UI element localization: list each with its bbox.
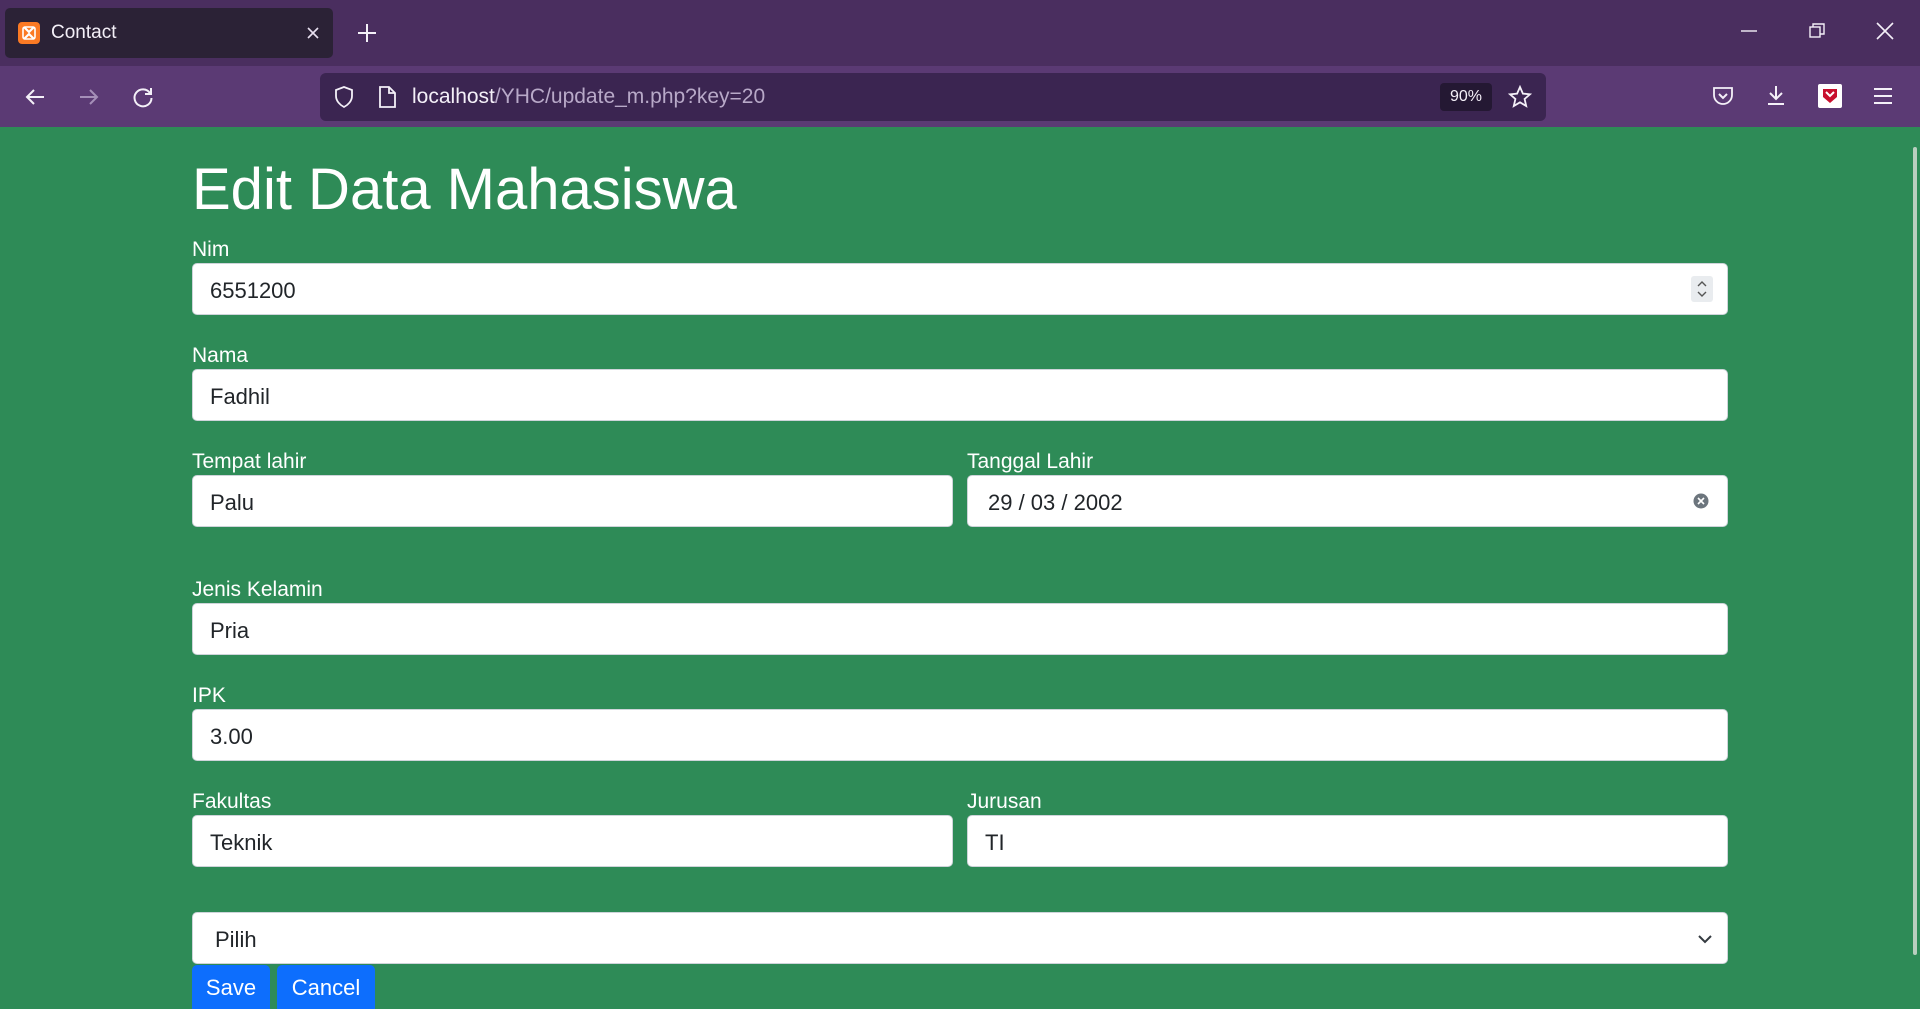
pilih-select-value: Pilih <box>215 927 257 952</box>
xampp-favicon-icon <box>18 22 40 44</box>
ipk-input[interactable]: 3.00 <box>192 709 1728 761</box>
jurusan-input[interactable]: TI <box>967 815 1728 867</box>
url-path: /YHC/update_m.php?key=20 <box>494 85 766 108</box>
tempat-lahir-input[interactable]: Palu <box>192 475 953 527</box>
address-bar[interactable]: localhost/YHC/update_m.php?key=20 90% <box>320 73 1546 121</box>
spinner-icon[interactable] <box>1691 276 1713 302</box>
tanggal-lahir-input[interactable]: 29 / 03 / 2002 <box>967 475 1728 527</box>
fakultas-value: Teknik <box>210 830 273 855</box>
extension-icon[interactable] <box>1818 84 1842 108</box>
nim-label: Nim <box>192 238 230 261</box>
pilih-select[interactable]: Pilih <box>192 912 1728 964</box>
back-icon[interactable] <box>23 85 47 109</box>
tab-title: Contact <box>51 22 117 43</box>
star-icon[interactable] <box>1508 85 1532 109</box>
browser-tab[interactable]: Contact <box>5 8 333 58</box>
url-host: localhost <box>412 85 495 108</box>
tanggal-lahir-label: Tanggal Lahir <box>967 450 1094 473</box>
nim-input[interactable]: 6551200 <box>192 263 1728 315</box>
tempat-lahir-value: Palu <box>210 490 255 515</box>
menu-icon[interactable] <box>1873 86 1893 106</box>
window-close-icon[interactable] <box>1876 22 1894 40</box>
pocket-icon[interactable] <box>1711 84 1735 108</box>
plus-icon[interactable] <box>356 22 378 44</box>
save-button[interactable]: Save <box>192 965 270 1009</box>
cancel-button[interactable]: Cancel <box>277 965 375 1009</box>
minimize-icon[interactable] <box>1740 22 1758 40</box>
restore-icon[interactable] <box>1808 22 1826 40</box>
chevron-down-icon <box>1698 935 1712 944</box>
page-title: Edit Data Mahasiswa <box>192 157 737 222</box>
tanggal-lahir-value: 29 / 03 / 2002 <box>988 490 1123 515</box>
nim-value: 6551200 <box>210 278 296 303</box>
forward-icon[interactable] <box>77 85 101 109</box>
clear-icon[interactable] <box>1693 493 1709 509</box>
fakultas-input[interactable]: Teknik <box>192 815 953 867</box>
jurusan-value: TI <box>985 830 1005 855</box>
jurusan-label: Jurusan <box>967 790 1042 813</box>
jenis-kelamin-value: Pria <box>210 618 250 643</box>
jenis-kelamin-label: Jenis Kelamin <box>192 578 323 601</box>
reload-icon[interactable] <box>131 85 155 109</box>
nama-label: Nama <box>192 344 249 367</box>
close-icon[interactable] <box>305 25 321 41</box>
page-scrollbar[interactable] <box>1913 147 1917 955</box>
browser-tab-strip: Contact <box>0 0 1920 66</box>
page-content: Edit Data Mahasiswa Nim 6551200 Nama Fad… <box>0 127 1920 1009</box>
fakultas-label: Fakultas <box>192 790 272 813</box>
zoom-level-badge[interactable]: 90% <box>1440 83 1493 111</box>
url-text[interactable]: localhost/YHC/update_m.php?key=20 <box>412 85 765 109</box>
jenis-kelamin-input[interactable]: Pria <box>192 603 1728 655</box>
ipk-label: IPK <box>192 684 226 707</box>
shield-icon[interactable] <box>332 85 356 109</box>
download-icon[interactable] <box>1764 83 1788 107</box>
browser-toolbar: localhost/YHC/update_m.php?key=20 90% <box>0 66 1920 127</box>
tempat-lahir-label: Tempat lahir <box>192 450 307 473</box>
ipk-value: 3.00 <box>210 724 253 749</box>
nama-input[interactable]: Fadhil <box>192 369 1728 421</box>
nama-value: Fadhil <box>210 384 270 409</box>
page-icon[interactable] <box>376 85 398 109</box>
